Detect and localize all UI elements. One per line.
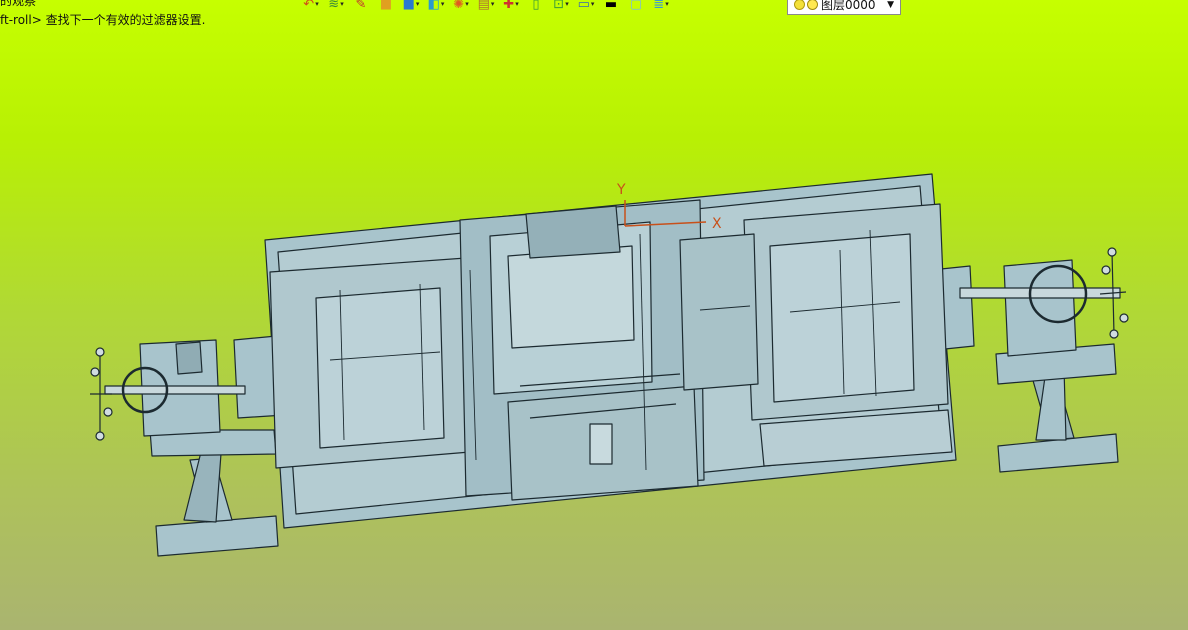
axis-y-label: Y <box>616 182 626 198</box>
axis-x-label: X <box>712 216 722 232</box>
center-fixture <box>459 199 705 501</box>
cad-viewport[interactable]: Y X <box>0 0 1188 630</box>
cad-model <box>90 173 1129 557</box>
mid-plate <box>679 233 759 391</box>
left-stand <box>90 333 301 557</box>
